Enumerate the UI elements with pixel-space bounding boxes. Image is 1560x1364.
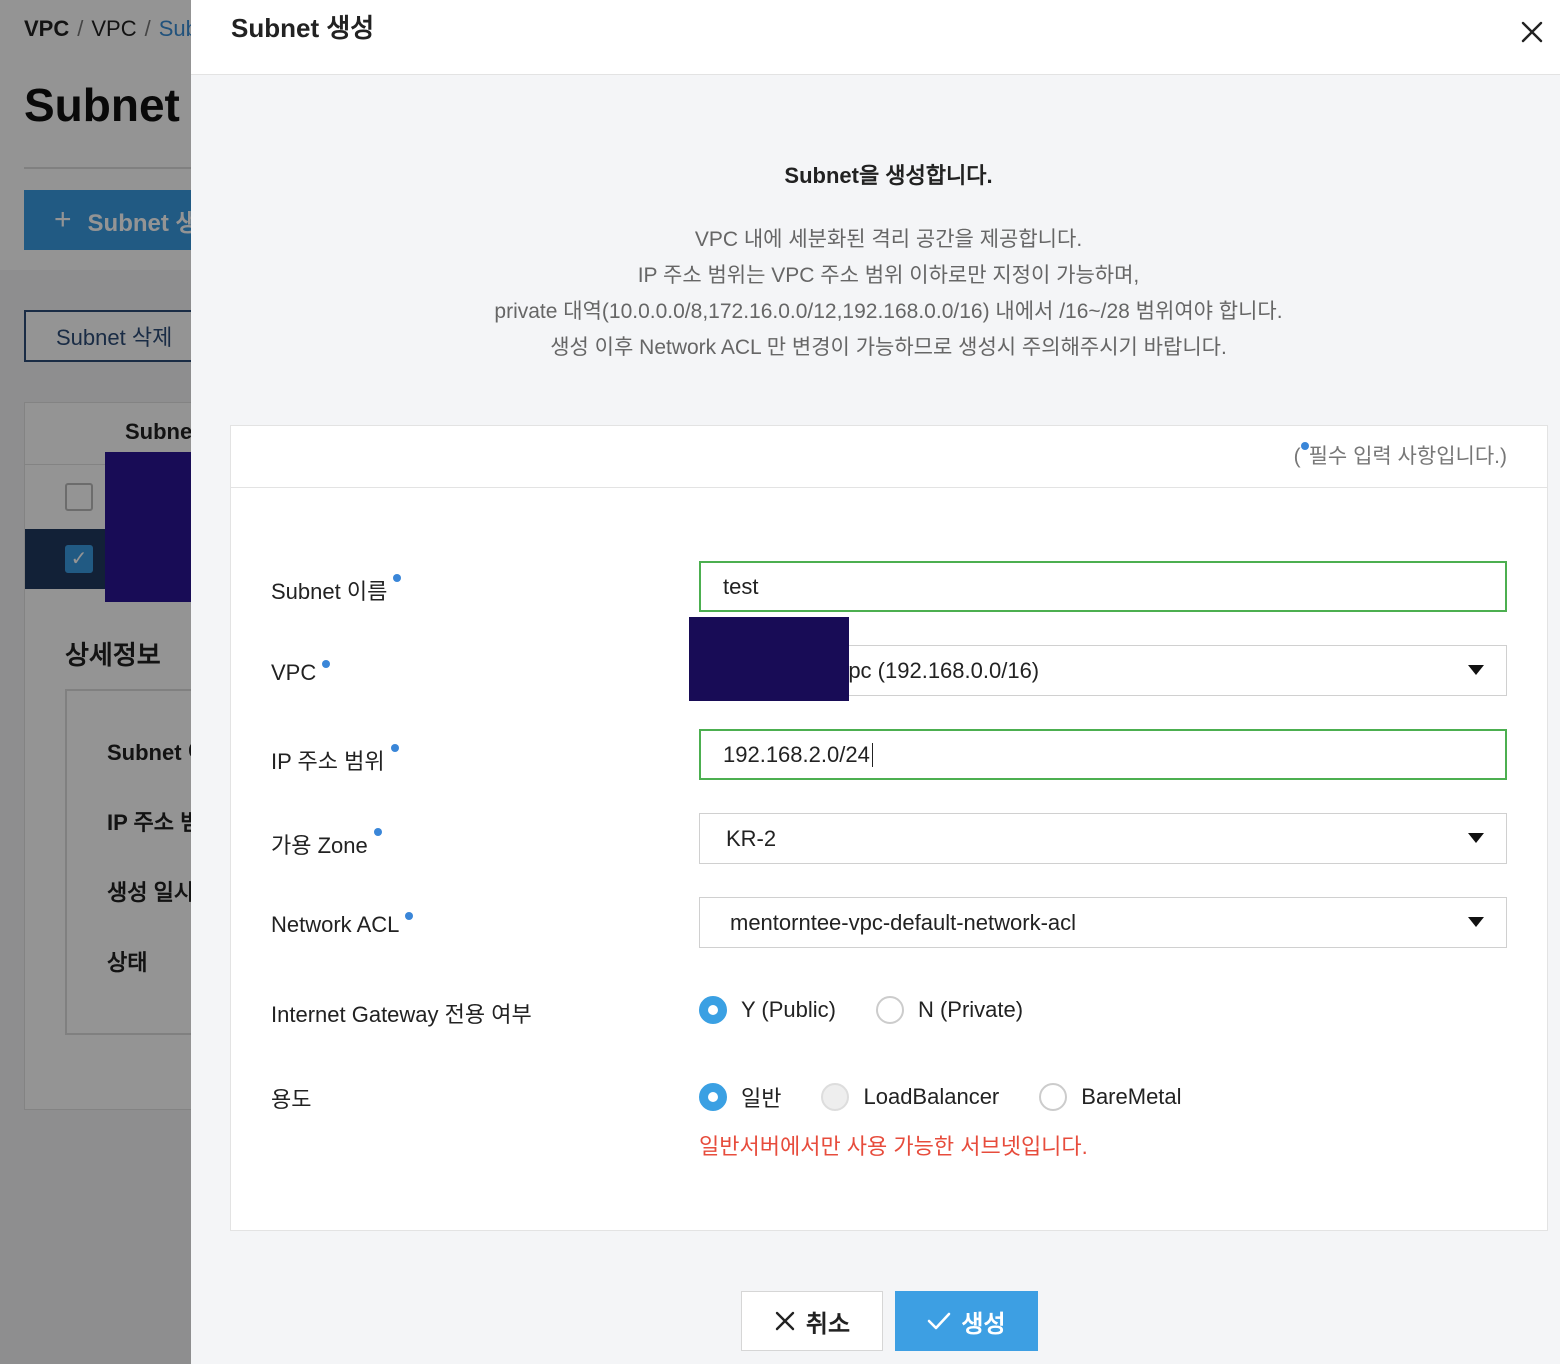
network-acl-select[interactable]: mentorntee-vpc-default-network-acl [699, 897, 1507, 948]
usage-option-general-label: 일반 [741, 1086, 782, 1111]
usage-option-baremetal-label: BareMetal [1081, 1084, 1182, 1109]
network-acl-label-text: Network ACL [271, 912, 400, 937]
subnet-name-value: test [723, 573, 759, 599]
ip-range-label-text: IP 주소 범위 [271, 749, 385, 774]
network-acl-label: Network ACL [271, 912, 414, 938]
required-note-open: ( [1293, 445, 1301, 468]
radio-unselected-icon[interactable] [875, 996, 904, 1024]
intro-line: VPC 내에 세분화된 격리 공간을 제공합니다. [694, 228, 1083, 251]
vpc-label: VPC [271, 660, 331, 686]
ip-range-value: 192.168.2.0/24 [723, 741, 870, 767]
required-dot-icon [373, 828, 382, 836]
chevron-down-icon [1468, 833, 1484, 843]
cancel-button[interactable]: 취소 [741, 1291, 883, 1351]
radio-selected-icon[interactable] [699, 1083, 727, 1111]
vpc-label-text: VPC [271, 660, 317, 685]
usage-option-loadbalancer-label: LoadBalancer [863, 1084, 1000, 1109]
chevron-down-icon [1468, 665, 1484, 675]
modal-header: Subnet 생성 [191, 0, 1560, 75]
radio-selected-icon[interactable] [699, 996, 727, 1024]
zone-select[interactable]: KR-2 [699, 813, 1507, 864]
zone-label-text: 가용 Zone [271, 833, 368, 858]
igw-radio-group: Y (Public) N (Private) [699, 996, 1063, 1024]
required-dot-icon [405, 912, 414, 920]
intro-line: private 대역(10.0.0.0/8,172.16.0.0/12,192.… [494, 300, 1283, 323]
igw-label: Internet Gateway 전용 여부 [271, 1002, 532, 1027]
chevron-down-icon [1468, 917, 1484, 927]
subnet-name-label-text: Subnet 이름 [271, 579, 388, 604]
vpc-select-value: -vpc (192.168.0.0/16) [830, 657, 1040, 683]
ip-range-label: IP 주소 범위 [271, 744, 399, 776]
usage-option-general[interactable]: 일반 [699, 1081, 781, 1113]
required-dot-icon [390, 744, 399, 752]
required-note: ( 필수 입력 사항입니다.) [1294, 440, 1507, 470]
create-button[interactable]: 생성 [895, 1291, 1038, 1351]
intro-description: VPC 내에 세분화된 격리 공간을 제공합니다. IP 주소 범위는 VPC … [191, 222, 1560, 366]
radio-disabled-icon [821, 1083, 850, 1111]
required-dot-icon [1300, 442, 1309, 450]
ip-range-input[interactable]: 192.168.2.0/24 [699, 729, 1507, 780]
modal-title: Subnet 생성 [231, 13, 375, 43]
subnet-create-modal: Subnet 생성 Subnet을 생성합니다. VPC 내에 세분화된 격리 … [191, 0, 1560, 1364]
radio-unselected-icon[interactable] [1039, 1083, 1068, 1111]
igw-option-public-label: Y (Public) [741, 997, 836, 1022]
usage-label: 용도 [271, 1087, 312, 1112]
required-dot-icon [322, 660, 331, 668]
igw-option-private-label: N (Private) [917, 997, 1024, 1022]
zone-label: 가용 Zone [271, 828, 382, 860]
required-note-text: 필수 입력 사항입니다.) [1308, 445, 1507, 468]
network-acl-select-value: mentorntee-vpc-default-network-acl [730, 909, 1077, 935]
usage-option-baremetal[interactable]: BareMetal [1039, 1083, 1182, 1111]
subnet-name-label: Subnet 이름 [271, 574, 402, 606]
form-card: ( 필수 입력 사항입니다.) Subnet 이름 test VPC -vpc (… [230, 425, 1548, 1231]
intro-line: IP 주소 범위는 VPC 주소 범위 이하로만 지정이 가능하며, [637, 264, 1140, 287]
card-divider [231, 487, 1547, 488]
usage-radio-group: 일반 LoadBalancer BareMetal [699, 1081, 1222, 1113]
intro-title: Subnet을 생성합니다. [784, 163, 993, 188]
check-icon [928, 1312, 951, 1330]
subnet-name-input[interactable]: test [699, 561, 1507, 612]
usage-option-loadbalancer: LoadBalancer [821, 1083, 999, 1111]
required-dot-icon [393, 574, 402, 582]
zone-select-value: KR-2 [726, 825, 777, 851]
usage-warning: 일반서버에서만 사용 가능한 서브넷입니다. [699, 1134, 1088, 1159]
create-button-label: 생성 [961, 1310, 1006, 1338]
intro-line: 생성 이후 Network ACL 만 변경이 가능하므로 생성시 주의해주시기… [550, 336, 1227, 359]
igw-option-public[interactable]: Y (Public) [699, 996, 836, 1024]
redaction-block [105, 452, 195, 602]
close-icon[interactable] [1514, 14, 1550, 50]
close-icon [775, 1311, 795, 1331]
text-cursor [871, 742, 873, 767]
igw-option-private[interactable]: N (Private) [875, 996, 1024, 1024]
cancel-button-label: 취소 [805, 1310, 851, 1338]
redaction-block [689, 617, 849, 701]
